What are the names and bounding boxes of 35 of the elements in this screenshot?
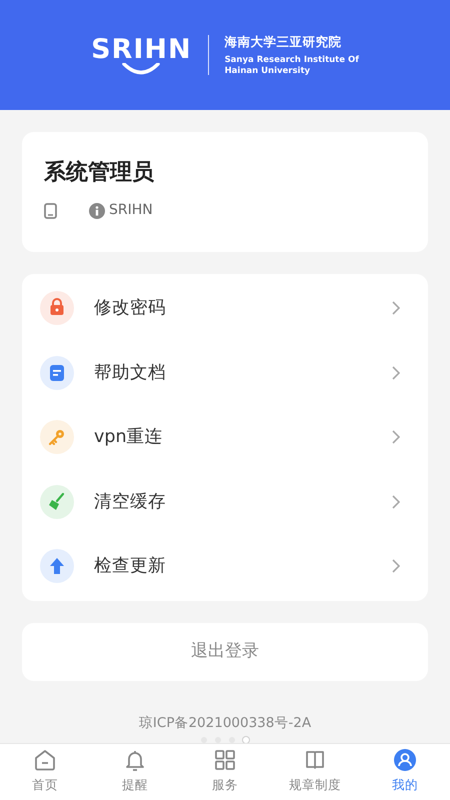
smile-icon <box>121 62 162 74</box>
user-name: 系统管理员 <box>44 162 155 184</box>
tab[interactable]: 服务 <box>180 744 270 800</box>
org-name-english: Hainan University <box>224 66 312 78</box>
chevron-right-icon <box>392 366 400 380</box>
chevron-right-icon <box>392 559 400 574</box>
chevron-right-icon <box>392 494 400 509</box>
icp-text: 琼ICP备2021000338号-2A <box>138 714 312 732</box>
chevron-right-icon <box>392 301 400 316</box>
page-dot[interactable] <box>201 736 207 743</box>
bell-icon <box>123 748 147 772</box>
home-icon <box>33 748 57 772</box>
grid-icon <box>213 748 237 772</box>
page-dot[interactable] <box>229 736 235 743</box>
org-name-english: Sanya Research Institute Of <box>224 55 359 66</box>
tab[interactable]: 首页 <box>0 744 90 800</box>
book-icon <box>303 748 327 772</box>
menu-item[interactable]: 帮助文档 <box>22 340 428 405</box>
tab[interactable]: 规章制度 <box>270 744 360 800</box>
logout-button[interactable]: 退出登录 <box>22 622 428 680</box>
menu-item[interactable]: vpn重连 <box>22 405 428 470</box>
logo-text: SRIHN <box>91 36 192 62</box>
user-icon <box>393 748 417 772</box>
menu-item[interactable]: 清空缓存 <box>22 470 428 534</box>
chevron-right-icon <box>392 430 400 444</box>
tab[interactable]: 我的 <box>360 744 450 800</box>
org-name: 海南大学三亚研究院 <box>224 32 343 51</box>
menu-item[interactable]: 检查更新 <box>22 534 428 598</box>
page-dot[interactable] <box>243 736 249 743</box>
tablet-icon <box>44 202 57 218</box>
organization-name: SRIHN <box>109 201 153 220</box>
info-icon <box>89 202 105 218</box>
tab[interactable]: 提醒 <box>90 744 180 800</box>
page-dot[interactable] <box>215 736 221 743</box>
menu-item[interactable]: 修改密码 <box>22 276 428 340</box>
